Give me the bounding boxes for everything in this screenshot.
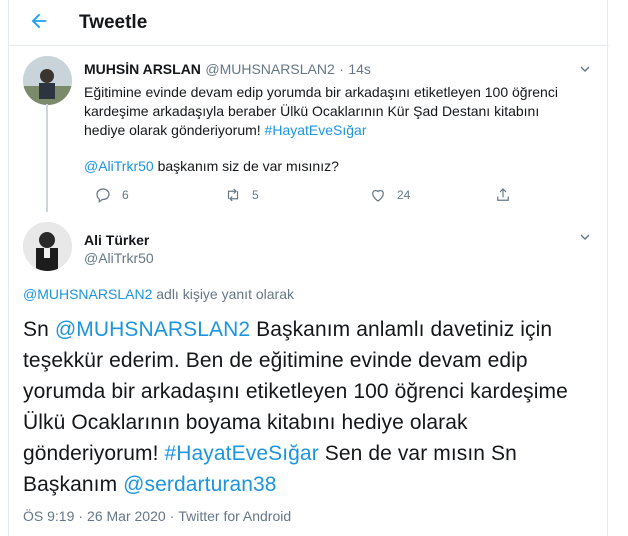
tweet-meta: ÖS 9:19 · 26 Mar 2020 · Twitter for Android [23, 508, 291, 524]
page-title: Tweetle [79, 12, 148, 33]
retweet-count: 5 [252, 188, 259, 202]
retweet-icon [227, 188, 239, 202]
tweet-time[interactable]: ÖS 9:19 [23, 508, 74, 524]
heart-icon [372, 189, 384, 202]
back-arrow-icon[interactable] [28, 10, 50, 32]
parent-text-fragment: hediye olarak gönderiyorum! [84, 122, 265, 138]
mention-link[interactable]: @MUHSNARSLAN2 [55, 318, 250, 341]
tweet-source[interactable]: Twitter for Android [178, 508, 291, 524]
mention-link[interactable]: @AliTrkr50 [84, 158, 154, 174]
parent-tweet-time[interactable]: 14s [348, 61, 371, 77]
hashtag-link[interactable]: #HayatEveSığar [164, 442, 318, 465]
parent-text-line: kardeşime arkadaşıyla beraber Ülkü Ocakl… [84, 103, 540, 119]
reply-text-fragment: Sn [23, 318, 55, 341]
tweet-detail-panel: Tweetle MUHSİN ARSLAN @MUHSNARSLAN2 · 14… [8, 0, 609, 536]
parent-text-fragment: başkanım siz de var mısınız? [153, 158, 339, 174]
reply-author-handle-row: @AliTrkr50 [84, 250, 154, 268]
parent-tweet-mention-line: @AliTrkr50 başkanım siz de var mısınız? [84, 158, 339, 174]
avatar-photo-icon [23, 222, 72, 271]
reply-action[interactable]: 6 [94, 186, 129, 204]
parent-author-handle[interactable]: @MUHSNARSLAN2 [205, 61, 334, 77]
meta-separator: · [169, 508, 175, 524]
parent-tweet-text: Eğitimine evinde devam edip yorumda bir … [84, 83, 584, 140]
parent-tweet-header: MUHSİN ARSLAN @MUHSNARSLAN2 · 14s [84, 61, 371, 79]
parent-text-line: Eğitimine evinde devam edip yorumda bir … [84, 84, 558, 100]
like-count: 24 [397, 188, 411, 202]
replying-to-line: @MUHSNARSLAN2 adlı kişiye yanıt olarak [23, 286, 294, 302]
reply-author-name[interactable]: Ali Türker [84, 232, 149, 248]
meta-separator: · [78, 508, 84, 524]
reply-count: 6 [122, 188, 129, 202]
parent-author-name[interactable]: MUHSİN ARSLAN [84, 61, 201, 77]
like-action[interactable]: 24 [369, 186, 410, 204]
reply-tweet-text: Sn @MUHSNARSLAN2 Başkanım anlamlı daveti… [23, 314, 603, 500]
parent-action-bar: 6 5 24 [84, 186, 524, 206]
header-separator: · [339, 61, 344, 77]
thread-connector [46, 104, 48, 212]
share-action[interactable] [494, 186, 512, 204]
chevron-down-icon[interactable] [577, 61, 593, 77]
retweet-action[interactable]: 5 [224, 186, 259, 204]
avatar-photo-icon [23, 56, 72, 105]
reply-author-avatar[interactable] [23, 222, 72, 271]
share-icon [497, 188, 509, 201]
parent-author-avatar[interactable] [23, 56, 72, 105]
reply-icon [96, 188, 110, 203]
header-bar: Tweetle [9, 0, 609, 46]
reply-author-name-row: Ali Türker [84, 232, 149, 250]
mention-link[interactable]: @serdarturan38 [123, 473, 276, 496]
hashtag-link[interactable]: #HayatEveSığar [265, 122, 367, 138]
replying-to-suffix: adlı kişiye yanıt olarak [152, 286, 294, 302]
tweet-date[interactable]: 26 Mar 2020 [87, 508, 166, 524]
parent-text-line: hediye olarak gönderiyorum! #HayatEveSığ… [84, 121, 584, 140]
reply-author-handle[interactable]: @AliTrkr50 [84, 250, 154, 266]
replying-to-mention[interactable]: @MUHSNARSLAN2 [23, 286, 152, 302]
chevron-down-icon[interactable] [577, 229, 593, 245]
